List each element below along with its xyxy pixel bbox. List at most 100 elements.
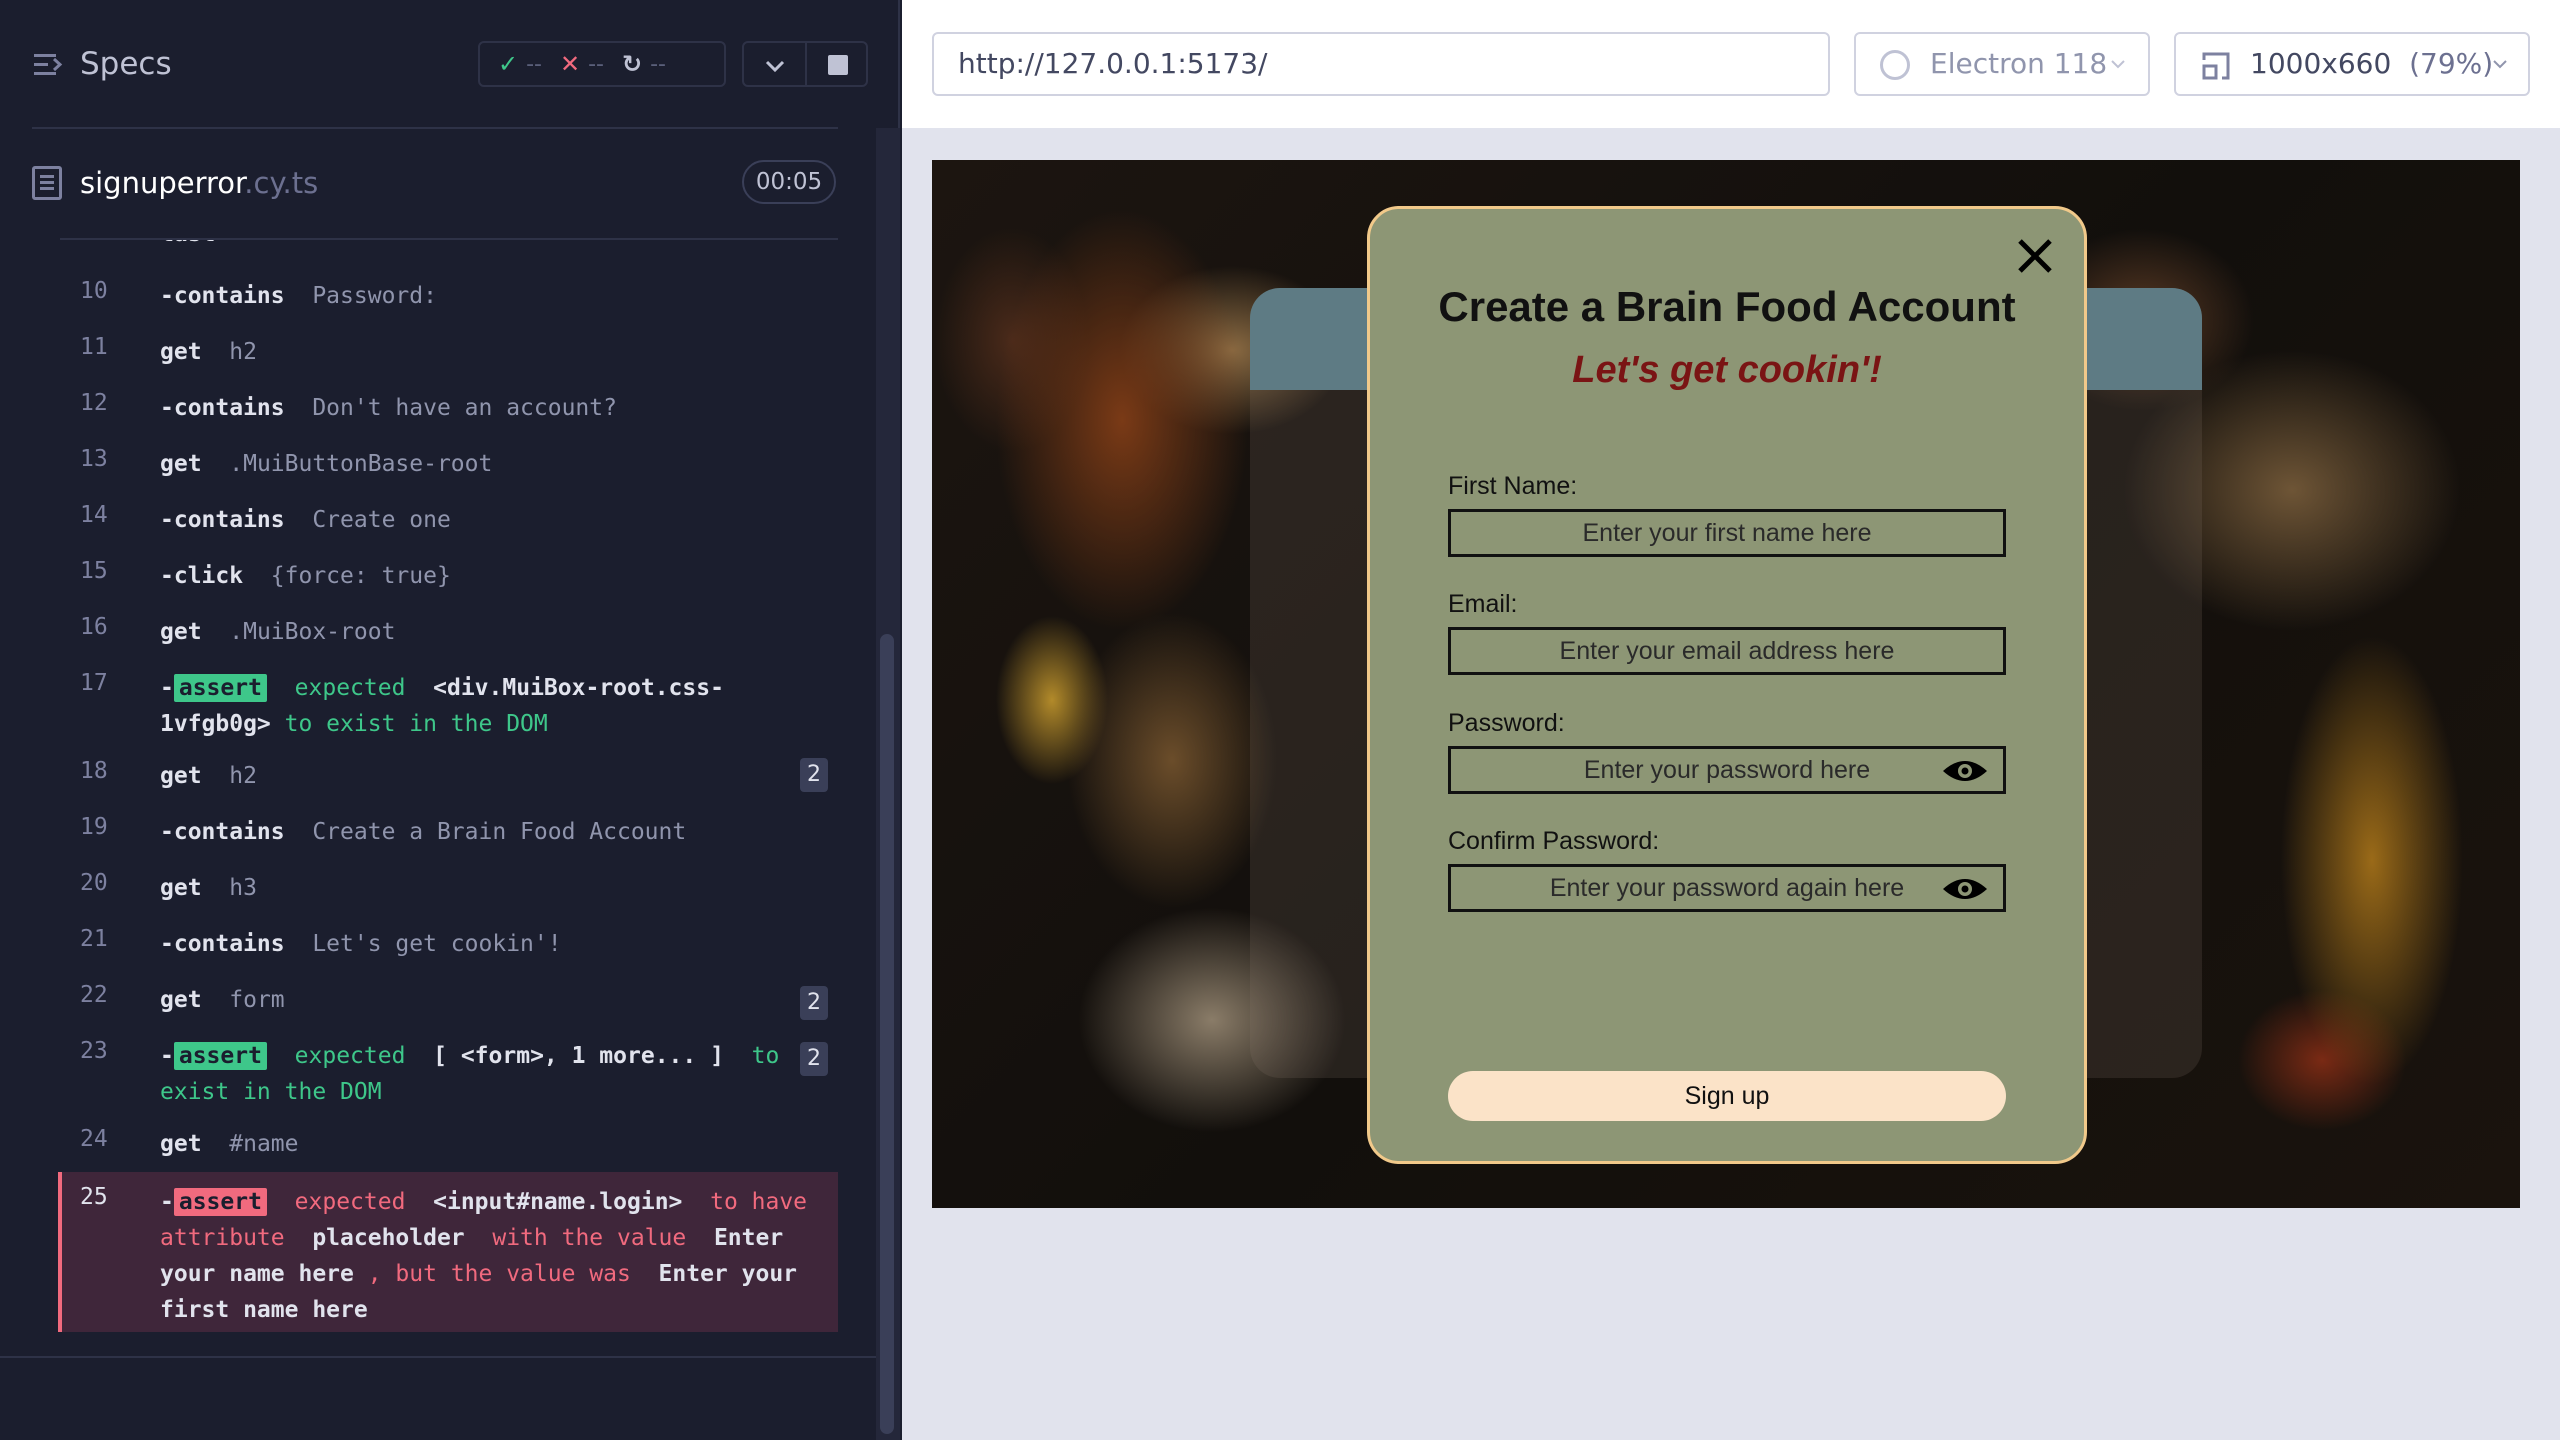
first-name-input[interactable]: Enter your first name here [1448, 509, 2006, 557]
chevron-down-icon[interactable] [764, 55, 786, 77]
check-icon: ✓ [498, 50, 519, 78]
assert-attribute: placeholder [312, 1225, 465, 1251]
command-message: h3 [229, 875, 257, 901]
specs-label[interactable]: Specs [80, 46, 172, 82]
command-row[interactable]: 16 get .MuiBox-root [58, 614, 838, 650]
command-number: 24 [80, 1126, 108, 1152]
element-count-badge: 2 [800, 986, 828, 1020]
command-message: form [229, 987, 285, 1013]
spec-file-basename: signuperror [80, 166, 245, 200]
divider [32, 127, 838, 129]
pending-stat: ↻ -- [622, 50, 666, 78]
eye-icon[interactable] [1941, 875, 1989, 903]
command-row[interactable]: 15 -click {force: true} [58, 558, 838, 594]
password-label: Password: [1448, 709, 1565, 737]
failed-stat: ✕ -- [560, 50, 604, 78]
command-message: {force: true} [270, 563, 451, 589]
element-count-badge: 2 [800, 758, 828, 792]
command-number: 14 [80, 502, 108, 528]
viewport-size: 1000x660 [2250, 47, 2392, 80]
url-bar[interactable]: http://127.0.0.1:5173/ [932, 32, 1830, 96]
command-number: 13 [80, 446, 108, 472]
command-row[interactable]: 24 get #name [58, 1126, 838, 1162]
command-row[interactable]: 9 last [58, 240, 838, 252]
command-row[interactable]: 10 -contains Password: [58, 278, 838, 314]
passed-count: -- [526, 51, 542, 77]
x-icon: ✕ [560, 50, 581, 78]
chevron-down-icon [2493, 60, 2507, 69]
pending-count: -- [650, 51, 666, 77]
app-preview-panel: http://127.0.0.1:5173/ Electron 118 1000… [902, 0, 2560, 1440]
failed-count: -- [588, 51, 604, 77]
command-message: Let's get cookin'! [312, 931, 562, 957]
command-message: .MuiButtonBase-root [229, 451, 493, 477]
command-number: 23 [80, 1038, 108, 1064]
command-log-panel: Specs ✓ -- ✕ -- ↻ -- signuperror.cy.ts 0… [0, 0, 900, 1440]
command-message: Don't have an account? [312, 395, 617, 421]
chevron-down-icon [2111, 60, 2125, 69]
command-message: Create a Brain Food Account [312, 819, 687, 845]
assert-text: , but the value was [367, 1261, 631, 1287]
menu-collapse-icon[interactable] [32, 48, 66, 82]
command-number: 18 [80, 758, 108, 784]
command-row[interactable]: 21 -contains Let's get cookin'! [58, 926, 838, 962]
command-name: get [160, 451, 202, 477]
email-input[interactable]: Enter your email address here [1448, 627, 2006, 675]
email-label: Email: [1448, 590, 1518, 618]
spinner-icon: ↻ [622, 50, 643, 78]
viewport-selector[interactable]: 1000x660 (79%) [2174, 32, 2530, 96]
command-row[interactable]: 14 -contains Create one [58, 502, 838, 538]
assert-row[interactable]: 17 - assert expected <div.MuiBox-root.css… [58, 670, 838, 742]
command-number: 10 [80, 278, 108, 304]
command-name: -click [160, 563, 244, 589]
sign-up-button[interactable]: Sign up [1448, 1071, 2006, 1121]
viewport-icon [2202, 52, 2230, 80]
modal-subtitle: Let's get cookin'! [1572, 349, 1882, 391]
command-message: h2 [229, 339, 257, 365]
eye-icon[interactable] [1941, 757, 1989, 785]
password-input[interactable]: Enter your password here [1448, 746, 2006, 794]
command-name: -contains [160, 819, 285, 845]
assert-subject: <input#name.login> [433, 1189, 683, 1215]
confirm-password-label: Confirm Password: [1448, 827, 1660, 855]
spec-file-name[interactable]: signuperror.cy.ts [80, 166, 318, 200]
aut-header: http://127.0.0.1:5173/ Electron 118 1000… [902, 0, 2560, 128]
command-row[interactable]: 19 -contains Create a Brain Food Account [58, 814, 838, 850]
failed-assert-row[interactable]: 25 - assert expected <input#name.login> t… [58, 1172, 838, 1332]
modal-title: Create a Brain Food Account [1438, 283, 2016, 330]
command-number: 15 [80, 558, 108, 584]
browser-name: Electron 118 [1930, 47, 2108, 80]
browser-selector[interactable]: Electron 118 [1854, 32, 2150, 96]
assert-text: to exist in the DOM [284, 711, 548, 737]
duration-badge: 00:05 [742, 160, 836, 204]
command-message: h2 [229, 763, 257, 789]
command-row[interactable]: 12 -contains Don't have an account? [58, 390, 838, 426]
assert-tag: assert [173, 1188, 267, 1216]
command-name: get [160, 339, 202, 365]
reporter-header: Specs ✓ -- ✕ -- ↻ -- [0, 0, 900, 130]
command-name: get [160, 1131, 202, 1157]
stop-icon[interactable] [828, 55, 848, 75]
command-number: 16 [80, 614, 108, 640]
command-row[interactable]: 18 get h2 2 [58, 758, 838, 794]
scrollbar-thumb[interactable] [880, 634, 894, 1434]
assert-text: expected [294, 675, 406, 701]
close-icon[interactable] [2014, 235, 2056, 277]
divider [805, 43, 807, 85]
command-number: 9 [80, 240, 130, 242]
command-number: 25 [80, 1184, 108, 1210]
run-controls [742, 41, 868, 87]
command-row[interactable]: 11 get h2 [58, 334, 838, 370]
command-name: get [160, 987, 202, 1013]
assert-text: expected [294, 1189, 406, 1215]
command-row[interactable]: 22 get form 2 [58, 982, 838, 1020]
app-under-test: Create a Brain Food Account Let's get co… [932, 160, 2520, 1208]
first-name-label: First Name: [1448, 472, 1578, 500]
command-number: 21 [80, 926, 108, 952]
confirm-password-input[interactable]: Enter your password again here [1448, 864, 2006, 912]
command-row[interactable]: 13 get .MuiButtonBase-root [58, 446, 838, 482]
command-list: 9 last 10 -contains Password: 11 get h2 … [58, 240, 838, 1335]
assert-tag: assert [173, 674, 267, 702]
assert-row[interactable]: 23 - assert expected [ <form>, 1 more... … [58, 1038, 838, 1110]
command-row[interactable]: 20 get h3 [58, 870, 838, 906]
